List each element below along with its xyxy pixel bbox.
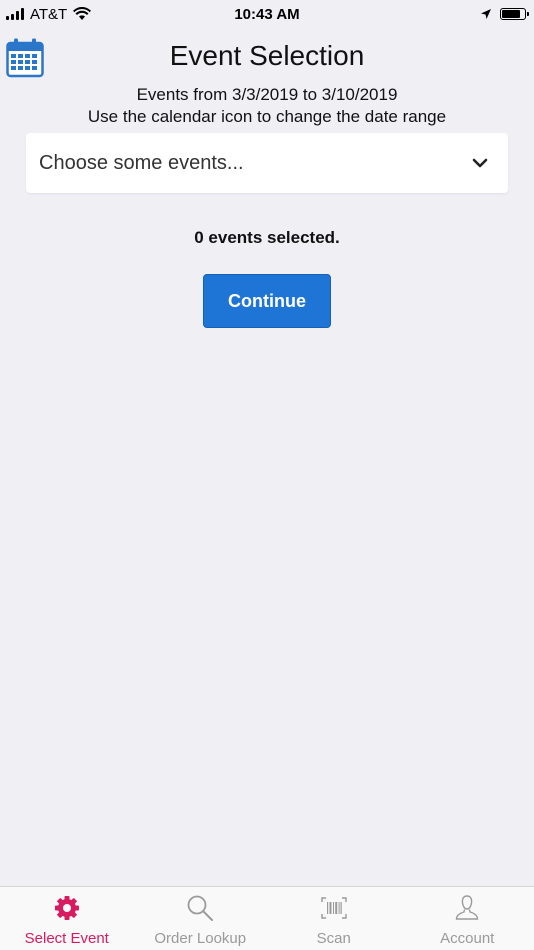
tab-order-lookup[interactable]: Order Lookup xyxy=(134,887,268,950)
battery-icon xyxy=(500,8,529,20)
status-right xyxy=(480,8,534,20)
chevron-down-icon xyxy=(472,158,488,168)
barcode-icon xyxy=(321,897,347,919)
wifi-icon xyxy=(73,7,92,20)
search-icon xyxy=(187,895,214,921)
tab-label: Order Lookup xyxy=(154,930,247,947)
user-icon xyxy=(456,895,479,920)
tab-label: Scan xyxy=(316,930,351,947)
tab-label: Select Event xyxy=(24,930,109,947)
continue-button[interactable]: Continue xyxy=(203,274,331,328)
tab-bar: Select Event Order Lookup Scan Account xyxy=(0,886,534,950)
event-select-placeholder: Choose some events... xyxy=(39,151,244,174)
status-left: AT&T xyxy=(0,5,92,23)
event-select-dropdown[interactable]: Choose some events... xyxy=(26,133,508,193)
tab-select-event[interactable]: Select Event xyxy=(0,887,134,950)
signal-icon xyxy=(6,8,24,20)
gear-icon xyxy=(54,896,79,920)
status-bar: AT&T 10:43 AM xyxy=(0,0,534,28)
date-range-hint: Use the calendar icon to change the date… xyxy=(87,107,447,126)
page-title: Event Selection xyxy=(169,40,365,71)
tab-scan[interactable]: Scan xyxy=(267,887,401,950)
date-range-text: Events from 3/3/2019 to 3/10/2019 xyxy=(136,85,398,104)
carrier-label: AT&T xyxy=(30,5,68,23)
selected-count: 0 events selected. xyxy=(194,228,340,247)
tab-account[interactable]: Account xyxy=(401,887,534,950)
location-arrow-icon xyxy=(481,9,491,19)
tab-label: Account xyxy=(440,930,495,947)
